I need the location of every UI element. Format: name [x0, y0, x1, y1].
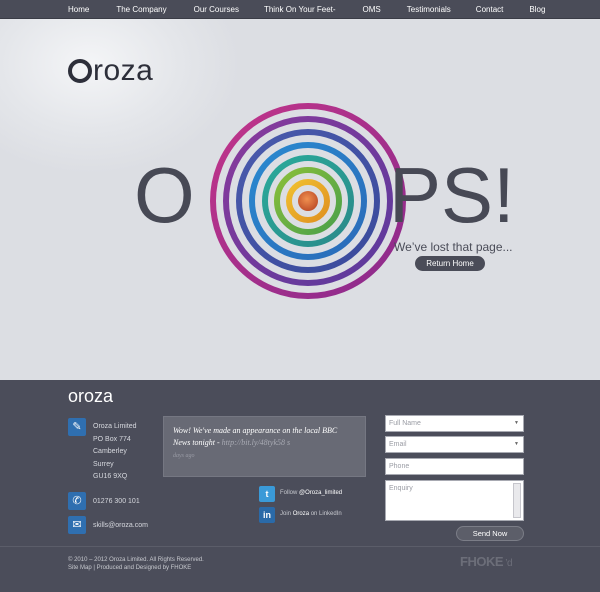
address-line: GU16 9XQ [93, 473, 128, 480]
top-nav: Home The Company Our Courses Think On Yo… [0, 0, 600, 19]
send-now-button[interactable]: Send Now [456, 526, 524, 541]
latest-tweet: Wow! We've made an appearance on the loc… [163, 416, 366, 477]
return-home-button[interactable]: Return Home [415, 256, 485, 271]
nav-item-oms[interactable]: OMS [363, 5, 381, 14]
footer: oroza ✎ Oroza Limited PO Box 774 Camberl… [0, 380, 600, 592]
nav-item-courses[interactable]: Our Courses [194, 5, 239, 14]
footer-divider [0, 546, 600, 547]
copyright: © 2010 – 2012 Oroza Limited. All Rights … [68, 557, 204, 572]
full-name-input[interactable]: Full Name ▼ [385, 415, 524, 432]
footer-logo[interactable]: oroza [68, 386, 113, 407]
phone-icon: ✆ [68, 492, 86, 510]
hero-section: roza O PS! We’ve lost that page... Retur… [0, 19, 600, 380]
nav-item-company[interactable]: The Company [116, 5, 166, 14]
twitter-icon[interactable]: t [259, 486, 275, 502]
twitter-follow[interactable]: Follow @Oroza_limited [280, 490, 342, 496]
tweet-time: days ago [173, 453, 195, 459]
tweet-link[interactable]: http://bit.ly/48tyk58 [222, 438, 285, 447]
oops-letter-o: O [134, 151, 195, 239]
pen-icon: ✎ [68, 418, 86, 436]
address-block: Oroza Limited PO Box 774 Camberley Surre… [93, 421, 137, 484]
error-tagline: We’ve lost that page... [394, 240, 513, 254]
field-marker-icon: ▼ [514, 441, 519, 447]
phone-input[interactable]: Phone [385, 458, 524, 475]
textarea-scrollbar[interactable] [513, 483, 521, 518]
address-line: PO Box 774 [93, 435, 131, 443]
linkedin-join[interactable]: Join Oroza on LinkedIn [280, 511, 342, 517]
nav-item-home[interactable]: Home [68, 5, 89, 14]
linkedin-icon[interactable]: in [259, 507, 275, 523]
nav-item-think[interactable]: Think On Your Feet- [264, 5, 336, 14]
target-rings-icon [210, 103, 406, 299]
address-line: Oroza Limited [93, 423, 137, 430]
enquiry-textarea[interactable]: Enquiry [385, 480, 524, 521]
mail-icon: ✉ [68, 516, 86, 534]
oops-letters-ps: PS! [389, 151, 515, 239]
field-marker-icon: ▼ [514, 420, 519, 426]
nav-item-testimonials[interactable]: Testimonials [407, 5, 451, 14]
email-input[interactable]: Email ▼ [385, 436, 524, 453]
email-link[interactable]: skills@oroza.com [93, 522, 148, 529]
nav-item-blog[interactable]: Blog [529, 5, 545, 14]
fhoke-logo[interactable]: FHOKE ’d [460, 554, 513, 569]
phone-number: 01276 300 101 [93, 498, 140, 505]
site-logo[interactable]: roza [68, 54, 153, 88]
nav-list: Home The Company Our Courses Think On Yo… [68, 0, 545, 19]
address-line: Surrey [93, 460, 114, 468]
footer-links[interactable]: Site Map | Produced and Designed by FHOK… [68, 564, 204, 572]
logo-mark-icon [68, 59, 92, 83]
nav-item-contact[interactable]: Contact [476, 5, 504, 14]
address-line: Camberley [93, 448, 127, 455]
